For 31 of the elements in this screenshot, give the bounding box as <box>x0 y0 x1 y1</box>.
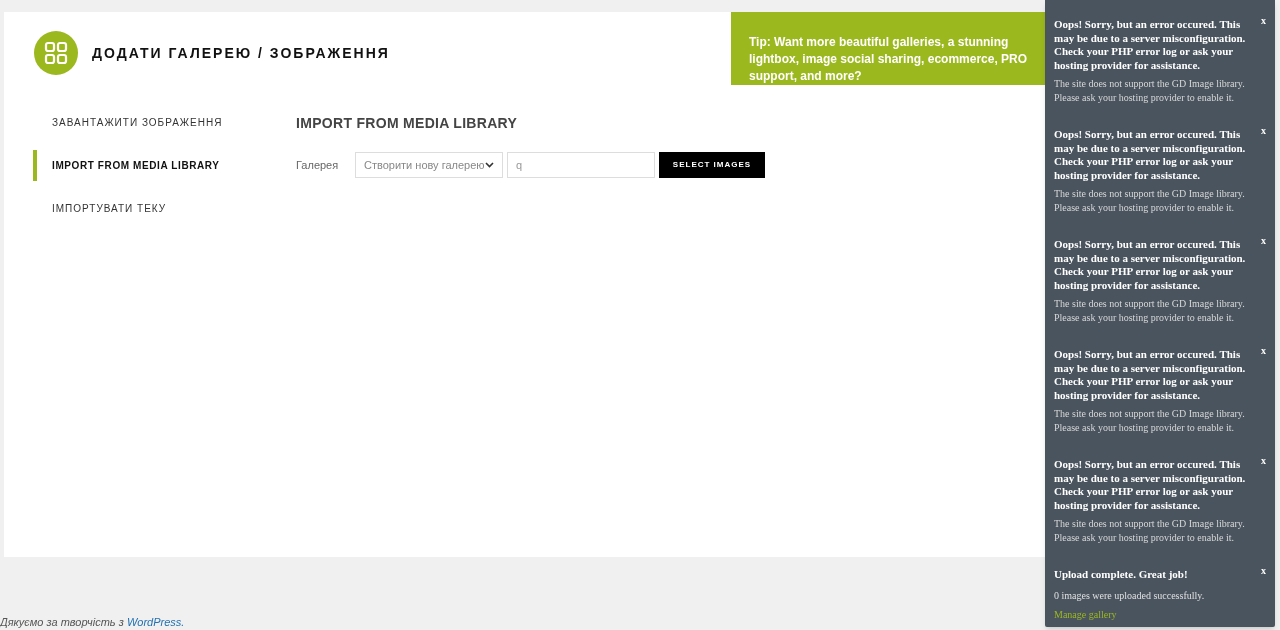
gallery-grid-icon <box>34 31 78 75</box>
sidebar-item[interactable]: IMPORT FROM MEDIA LIBRARY <box>33 150 266 181</box>
close-button[interactable]: x <box>1261 346 1266 356</box>
notification-message: The site does not support the GD Image library. Please ask your hosting provider to enable it. <box>1054 407 1246 435</box>
tip-text: Tip: Want more beautiful galleries, a stunning lightbox, image social sharing, ecommerce, PRO support, and more? <box>749 34 1029 85</box>
success-title: Upload complete. Great job! <box>1054 568 1189 582</box>
notification-message: The site does not support the GD Image library. Please ask your hosting provider to enable it. <box>1054 297 1246 325</box>
sidebar-item[interactable]: ЗАВАНТАЖИТИ ЗОБРАЖЕННЯ <box>33 107 266 138</box>
error-title: Oops! Sorry, but an error occured. This may be due to a server misconfiguration. Check your PHP error log or ask your hosting provider for assistance. <box>1054 458 1247 512</box>
sidebar-item[interactable]: ІМПОРТУВАТИ ТЕКУ <box>33 193 266 224</box>
error-title: Oops! Sorry, but an error occured. This may be due to a server misconfiguration. Check your PHP error log or ask your hosting provider for assistance. <box>1054 18 1247 72</box>
close-button[interactable]: x <box>1261 566 1266 576</box>
chevron-down-icon <box>485 162 494 168</box>
notification-message: The site does not support the GD Image library. Please ask your hosting provider to enable it. <box>1054 77 1246 105</box>
close-button[interactable]: x <box>1261 16 1266 26</box>
notification-message: The site does not support the GD Image library. Please ask your hosting provider to enable it. <box>1054 187 1246 215</box>
notification-message: The site does not support the GD Image library. Please ask your hosting provider to enable it. <box>1054 517 1246 545</box>
page-title: ДОДАТИ ГАЛЕРЕЮ / ЗОБРАЖЕННЯ <box>92 43 390 63</box>
section-heading: IMPORT FROM MEDIA LIBRARY <box>296 114 519 133</box>
gallery-select[interactable]: Створити нову галерею <box>355 152 503 178</box>
error-title: Oops! Sorry, but an error occured. This may be due to a server misconfiguration. Check your PHP error log or ask your hosting provider for assistance. <box>1054 128 1247 182</box>
manage-gallery-link[interactable]: Manage gallery <box>1054 606 1117 622</box>
error-title: Oops! Sorry, but an error occured. This may be due to a server misconfiguration. Check your PHP error log or ask your hosting provider for assistance. <box>1054 348 1247 402</box>
close-button[interactable]: x <box>1261 126 1266 136</box>
close-button[interactable]: x <box>1261 456 1266 466</box>
select-images-button[interactable]: SELECT IMAGES <box>659 152 765 178</box>
wordpress-link[interactable]: WordPress. <box>126 616 185 628</box>
notification-message: 0 images were uploaded successfully. <box>1054 588 1206 603</box>
close-button[interactable]: x <box>1261 236 1266 246</box>
gallery-label: Галерея <box>296 157 340 173</box>
error-title: Oops! Sorry, but an error occured. This may be due to a server misconfiguration. Check your PHP error log or ask your hosting provider for assistance. <box>1054 238 1247 292</box>
